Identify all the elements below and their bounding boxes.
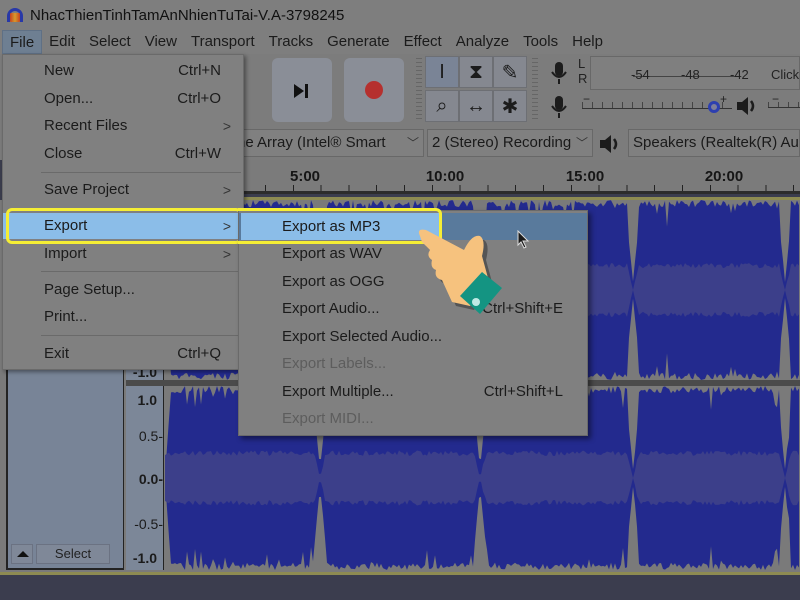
menu-view[interactable]: View [138,30,184,54]
menu-item-exit[interactable]: Exit Ctrl+Q [3,341,243,367]
zoom-tool-button[interactable]: ⌕ [425,90,459,122]
microphone-icon[interactable] [548,60,570,86]
asterisk-icon: ✱ [501,95,519,118]
menu-separator [41,172,241,173]
amplitude-scale-bottom: 1.0 0.5- 0.0- -0.5- -1.0 [126,386,164,570]
ruler-label: 5:00 [289,168,321,185]
menu-item-save-project[interactable]: Save Project > [3,177,243,203]
skip-to-end-button[interactable] [272,58,332,122]
menu-edit[interactable]: Edit [42,30,82,54]
ruler-label: 15:00 [565,168,605,185]
hand-pointer-icon [418,229,502,314]
toolbar-grip[interactable] [532,58,538,122]
menu-item-recent-files[interactable]: Recent Files > [3,113,243,139]
chevron-right-icon: > [222,118,231,134]
scale-label: 0.0- [138,471,163,487]
recording-meter[interactable]: -54 -48 -42 Click [590,56,800,90]
scale-label: 0.5- [138,428,163,444]
menu-item-new[interactable]: New Ctrl+N [3,58,243,84]
menu-generate[interactable]: Generate [320,30,397,54]
I-beam-icon: I [439,60,445,83]
scale-label: 1.0 [137,392,157,408]
menu-file[interactable]: File [2,30,43,54]
menu-item-open[interactable]: Open... Ctrl+O [3,86,243,112]
menu-item-export[interactable]: Export > [3,213,243,239]
chevron-right-icon: > [222,218,231,234]
meter-tick: -48 [681,67,700,82]
chevron-down-icon: ﹀ [406,136,419,150]
pencil-icon: ✎ [501,61,519,84]
double-arrow-icon: ↔ [466,94,486,117]
mouse-cursor-icon [517,230,530,249]
meter-tick: -42 [730,67,749,82]
audacity-headphones-icon [6,7,24,23]
menu-item-import[interactable]: Import > [3,241,243,267]
menu-item-close[interactable]: Close Ctrl+W [3,141,243,167]
menu-separator [41,271,241,272]
meter-channel-labels: LR [578,56,588,86]
record-icon [365,81,383,99]
toolbar-grip[interactable] [416,58,422,122]
ruler-label: 10:00 [425,168,465,185]
menu-select[interactable]: Select [82,30,138,54]
menu-analyze[interactable]: Analyze [449,30,516,54]
chevron-right-icon: > [222,246,231,262]
skip-end-icon [294,84,304,98]
menu-separator [41,335,241,336]
playback-speaker-icon [737,97,755,115]
envelope-tool-button[interactable]: ⧗ [459,56,493,88]
menu-item-export-multiple[interactable]: Export Multiple... Ctrl+Shift+L [239,378,587,405]
meter-tick: -54 [631,67,650,82]
collapse-track-button[interactable] [11,544,33,564]
title-bar: NhacThienTinhTamAnNhienTuTai-V.A-3798245 [0,0,800,30]
select-track-button[interactable]: Select [36,544,110,564]
menu-item-export-selected-audio[interactable]: Export Selected Audio... [239,323,587,350]
chevron-down-icon: ﹀ [575,136,588,150]
timeshift-tool-button[interactable]: ↔ [459,90,493,122]
menu-transport[interactable]: Transport [184,30,262,54]
input-device-select[interactable]: ne Array (Intel® Smart ﹀ [232,129,424,157]
ruler-label: 20:00 [704,168,744,185]
track-focus-border [0,572,800,575]
menu-help[interactable]: Help [565,30,610,54]
chevron-right-icon: > [222,182,231,198]
menu-item-export-labels: Export Labels... [282,355,387,372]
menu-item-page-setup[interactable]: Page Setup... [3,277,243,303]
menu-tools[interactable]: Tools [516,30,565,54]
magnifier-icon: ⌕ [436,94,448,117]
file-menu: New Ctrl+N Open... Ctrl+O Recent Files > Cl… [2,54,244,370]
recording-channels-select[interactable]: 2 (Stereo) Recording ﹀ [427,129,593,157]
envelope-icon: ⧗ [468,60,484,83]
multi-tool-button[interactable]: ✱ [493,90,527,122]
microphone-volume-icon [551,96,567,118]
menu-item-export-midi: Export MIDI... [282,410,374,427]
scale-label: -1.0 [132,550,157,566]
recording-volume-thumb[interactable] [708,101,720,113]
window-title: NhacThienTinhTamAnNhienTuTai-V.A-3798245 [30,6,345,24]
scale-label: -0.5- [134,516,163,532]
output-device-select[interactable]: Speakers (Realtek(R) Audi [628,129,800,157]
record-button[interactable] [344,58,404,122]
menu-tracks[interactable]: Tracks [262,30,320,54]
draw-tool-button[interactable]: ✎ [493,56,527,88]
playback-volume-slider[interactable] [768,102,800,108]
menu-effect[interactable]: Effect [397,30,449,54]
menu-bar: File Edit Select View Transport Tracks G… [0,30,800,54]
menu-item-print[interactable]: Print... [3,304,243,330]
speaker-icon [600,135,618,153]
selection-tool-button[interactable]: I [425,56,459,88]
meter-hint: Click [771,67,800,82]
